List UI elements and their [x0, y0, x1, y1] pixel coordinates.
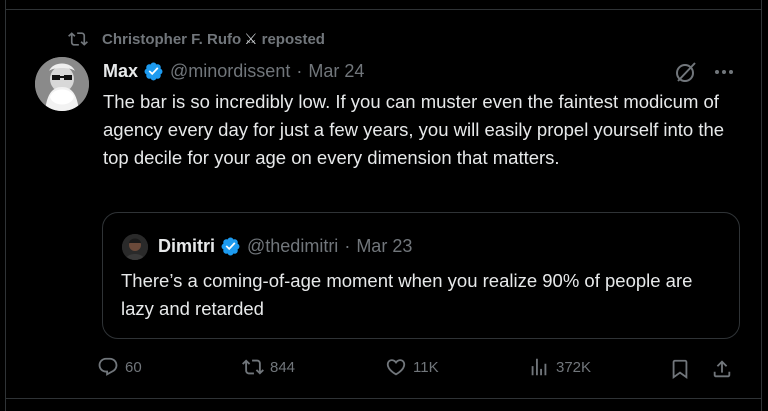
quoted-tweet[interactable]: Dimitri @thedimitri · Mar 23 There’s a c…: [102, 212, 740, 339]
separator: ·: [296, 60, 303, 81]
more-options-icon[interactable]: [712, 60, 736, 84]
verified-badge-icon[interactable]: [143, 61, 164, 82]
share-icon[interactable]: [711, 358, 733, 380]
divider-bottom: [6, 398, 761, 399]
reply-button[interactable]: 60: [97, 356, 142, 378]
author-handle[interactable]: @minordissent: [170, 61, 290, 82]
quoted-text: There’s a coming-of-age moment when you …: [121, 270, 693, 319]
quoted-date[interactable]: Mar 23: [356, 236, 412, 257]
repost-context[interactable]: Christopher F. Rufo ⚔ reposted: [68, 28, 325, 50]
quoted-author-name[interactable]: Dimitri: [158, 236, 215, 257]
repost-icon: [242, 359, 264, 375]
repost-suffix: reposted: [261, 30, 325, 48]
quoted-avatar[interactable]: [122, 234, 148, 260]
views-count: 372K: [556, 358, 592, 376]
quoted-author-handle[interactable]: @thedimitri: [247, 236, 338, 257]
quoted-header: Dimitri @thedimitri · Mar 23: [158, 233, 412, 259]
repost-button[interactable]: 844: [242, 356, 295, 378]
tweet-header: Max @minordissent · Mar 24: [103, 58, 364, 84]
timeline-column: Christopher F. Rufo ⚔ reposted Max @mino…: [5, 0, 762, 411]
verified-badge-icon[interactable]: [220, 236, 241, 257]
separator: ·: [344, 235, 351, 256]
quoted-avatar-image: [122, 234, 148, 260]
repost-count: 844: [270, 358, 296, 376]
avatar[interactable]: [35, 57, 89, 111]
crossed-swords-icon: ⚔: [244, 31, 258, 48]
author-name[interactable]: Max: [103, 61, 138, 82]
grok-icon[interactable]: [674, 60, 698, 84]
like-count: 11K: [413, 358, 439, 376]
like-button[interactable]: 11K: [385, 356, 439, 378]
reply-count: 60: [125, 358, 142, 376]
avatar-image: [35, 57, 89, 111]
repost-user[interactable]: Christopher F. Rufo: [102, 31, 241, 48]
reply-icon: [98, 357, 118, 376]
tweet-date[interactable]: Mar 24: [308, 61, 364, 82]
divider-top: [6, 9, 761, 10]
tweet-text: The bar is so incredibly low. If you can…: [103, 91, 725, 168]
action-bar: 60 844 11K 372K: [6, 354, 761, 384]
views-button[interactable]: 372K: [528, 356, 591, 378]
repost-icon: [68, 32, 88, 46]
views-chart-icon: [531, 358, 547, 376]
bookmark-icon[interactable]: [669, 358, 691, 380]
heart-icon: [386, 359, 406, 376]
